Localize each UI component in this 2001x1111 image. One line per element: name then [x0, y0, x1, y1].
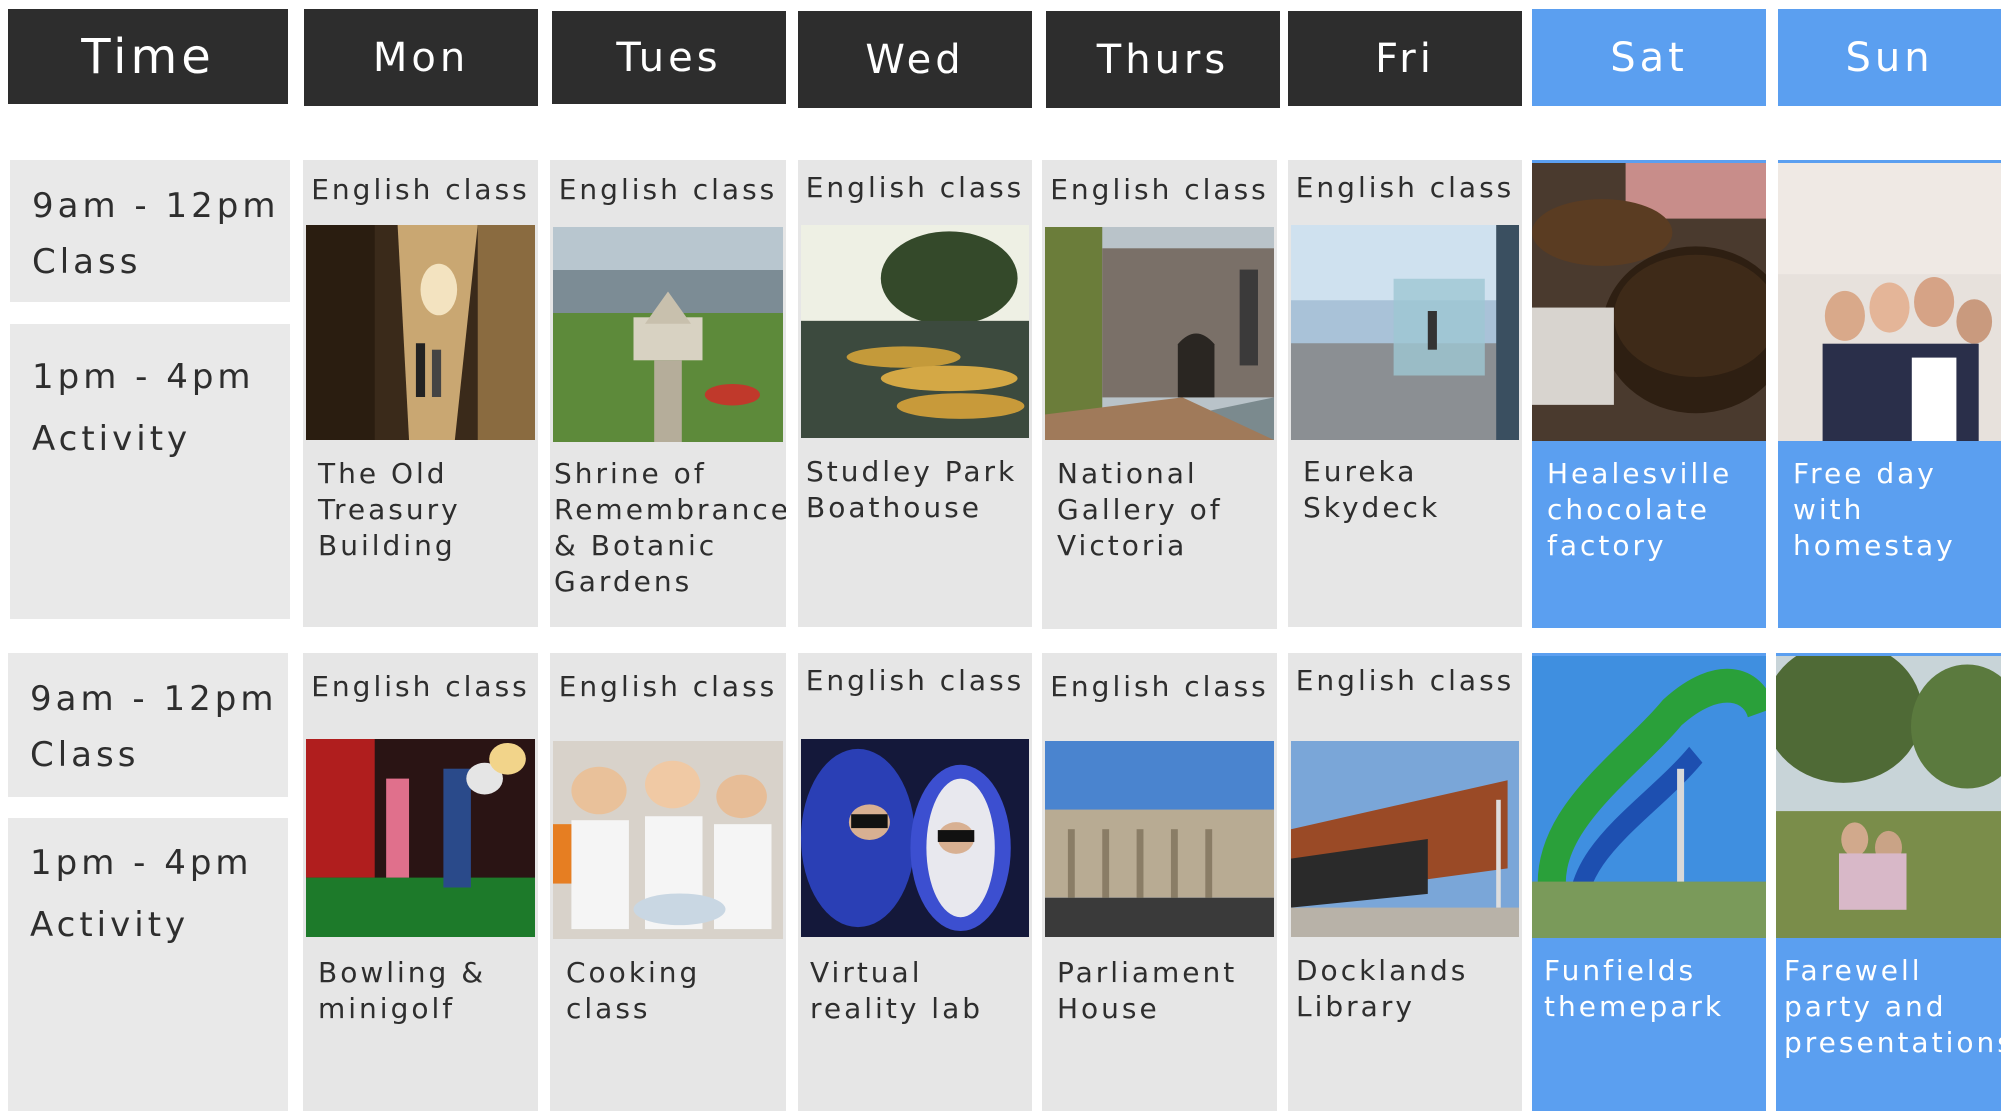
week1-fri-cell: English class Eureka Skydeck [1288, 160, 1522, 627]
week2-tues-cell: English class Cooking class [550, 653, 786, 1111]
slot-time: 9am - 12pm [32, 186, 280, 226]
week1-tues-cell: English class Shrine of Remembrance & Bo… [550, 160, 786, 627]
slot-time: 1pm - 4pm [30, 843, 253, 883]
chocolate-photo [1532, 163, 1766, 441]
slot-label: Activity [32, 419, 192, 459]
english-class-label: English class [311, 670, 530, 703]
old-treasury-photo [306, 225, 535, 440]
english-class-label: English class [1295, 171, 1515, 204]
day-header-sun: Sun [1778, 9, 2001, 106]
park-party-photo [1776, 656, 2001, 938]
activity-name: Funfields themepark [1544, 954, 1725, 1023]
activity-name: Cooking class [566, 956, 701, 1025]
english-class-label: English class [558, 173, 778, 206]
week1-sun-cell: Free day with homestay [1778, 160, 2001, 628]
week2-sun-cell: Farewell party and presentations [1776, 653, 2001, 1111]
cooking-photo [553, 741, 783, 939]
week2-sat-cell: Funfields themepark [1532, 653, 1766, 1111]
english-class-label: English class [311, 173, 530, 206]
english-class-label: English class [1295, 664, 1515, 697]
slot-label: Activity [30, 905, 190, 945]
week2-thurs-cell: English class Parliament House [1042, 653, 1277, 1111]
day-header-tues: Tues [552, 11, 786, 104]
day-header-sat: Sat [1532, 9, 1766, 106]
activity-name: Eureka Skydeck [1303, 455, 1441, 524]
activity-name: National Gallery of Victoria [1057, 457, 1223, 562]
week1-afternoon-slot: 1pm - 4pm Activity [10, 324, 290, 619]
activity-name: Docklands Library [1296, 954, 1469, 1023]
activity-name: Parliament House [1057, 956, 1238, 1025]
activity-name: Virtual reality lab [810, 956, 983, 1025]
activity-name: Shrine of Remembrance & Botanic Gardens [554, 457, 786, 598]
activity-name: Free day with homestay [1793, 457, 1956, 562]
english-class-label: English class [558, 670, 778, 703]
week1-thurs-cell: English class National Gallery of Victor… [1042, 160, 1277, 629]
slot-label: Class [30, 735, 140, 775]
english-class-label: English class [1050, 173, 1269, 206]
homestay-photo [1778, 163, 2001, 441]
vr-photo [801, 739, 1029, 937]
time-header: Time [8, 9, 288, 104]
week2-mon-cell: English class Bowling & minigolf [303, 653, 538, 1111]
activity-name: Farewell party and presentations [1784, 954, 2001, 1059]
minigolf-photo [306, 739, 535, 937]
day-header-fri: Fri [1288, 11, 1522, 106]
week2-afternoon-slot: 1pm - 4pm Activity [8, 818, 288, 1111]
english-class-label: English class [1050, 670, 1269, 703]
waterslide-photo [1532, 656, 1766, 938]
week2-morning-slot: 9am - 12pm Class [8, 653, 288, 797]
activity-name: Studley Park Boathouse [806, 455, 1018, 524]
slot-label: Class [32, 242, 142, 282]
week1-sat-cell: Healesville chocolate factory [1532, 160, 1766, 628]
week2-wed-cell: English class Virtual reality lab [798, 653, 1032, 1111]
week1-wed-cell: English class Studley Park Boathouse [798, 160, 1032, 627]
slot-time: 9am - 12pm [30, 679, 278, 719]
week1-mon-cell: English class The Old Treasury Building [303, 160, 538, 627]
week1-morning-slot: 9am - 12pm Class [10, 160, 290, 302]
boathouse-photo [801, 225, 1029, 438]
national-gallery-photo [1045, 227, 1274, 440]
activity-name: Healesville chocolate factory [1547, 457, 1733, 562]
docklands-library-photo [1291, 741, 1519, 937]
week2-fri-cell: English class Docklands Library [1288, 653, 1522, 1111]
english-class-label: English class [805, 664, 1025, 697]
slot-time: 1pm - 4pm [32, 357, 255, 397]
parliament-photo [1045, 741, 1274, 937]
activity-name: Bowling & minigolf [318, 956, 487, 1025]
day-header-mon: Mon [304, 9, 538, 106]
day-header-thurs: Thurs [1046, 11, 1280, 108]
shrine-photo [553, 227, 783, 442]
day-header-wed: Wed [798, 11, 1032, 108]
english-class-label: English class [805, 171, 1025, 204]
activity-name: The Old Treasury Building [318, 457, 461, 562]
skydeck-photo [1291, 225, 1519, 440]
